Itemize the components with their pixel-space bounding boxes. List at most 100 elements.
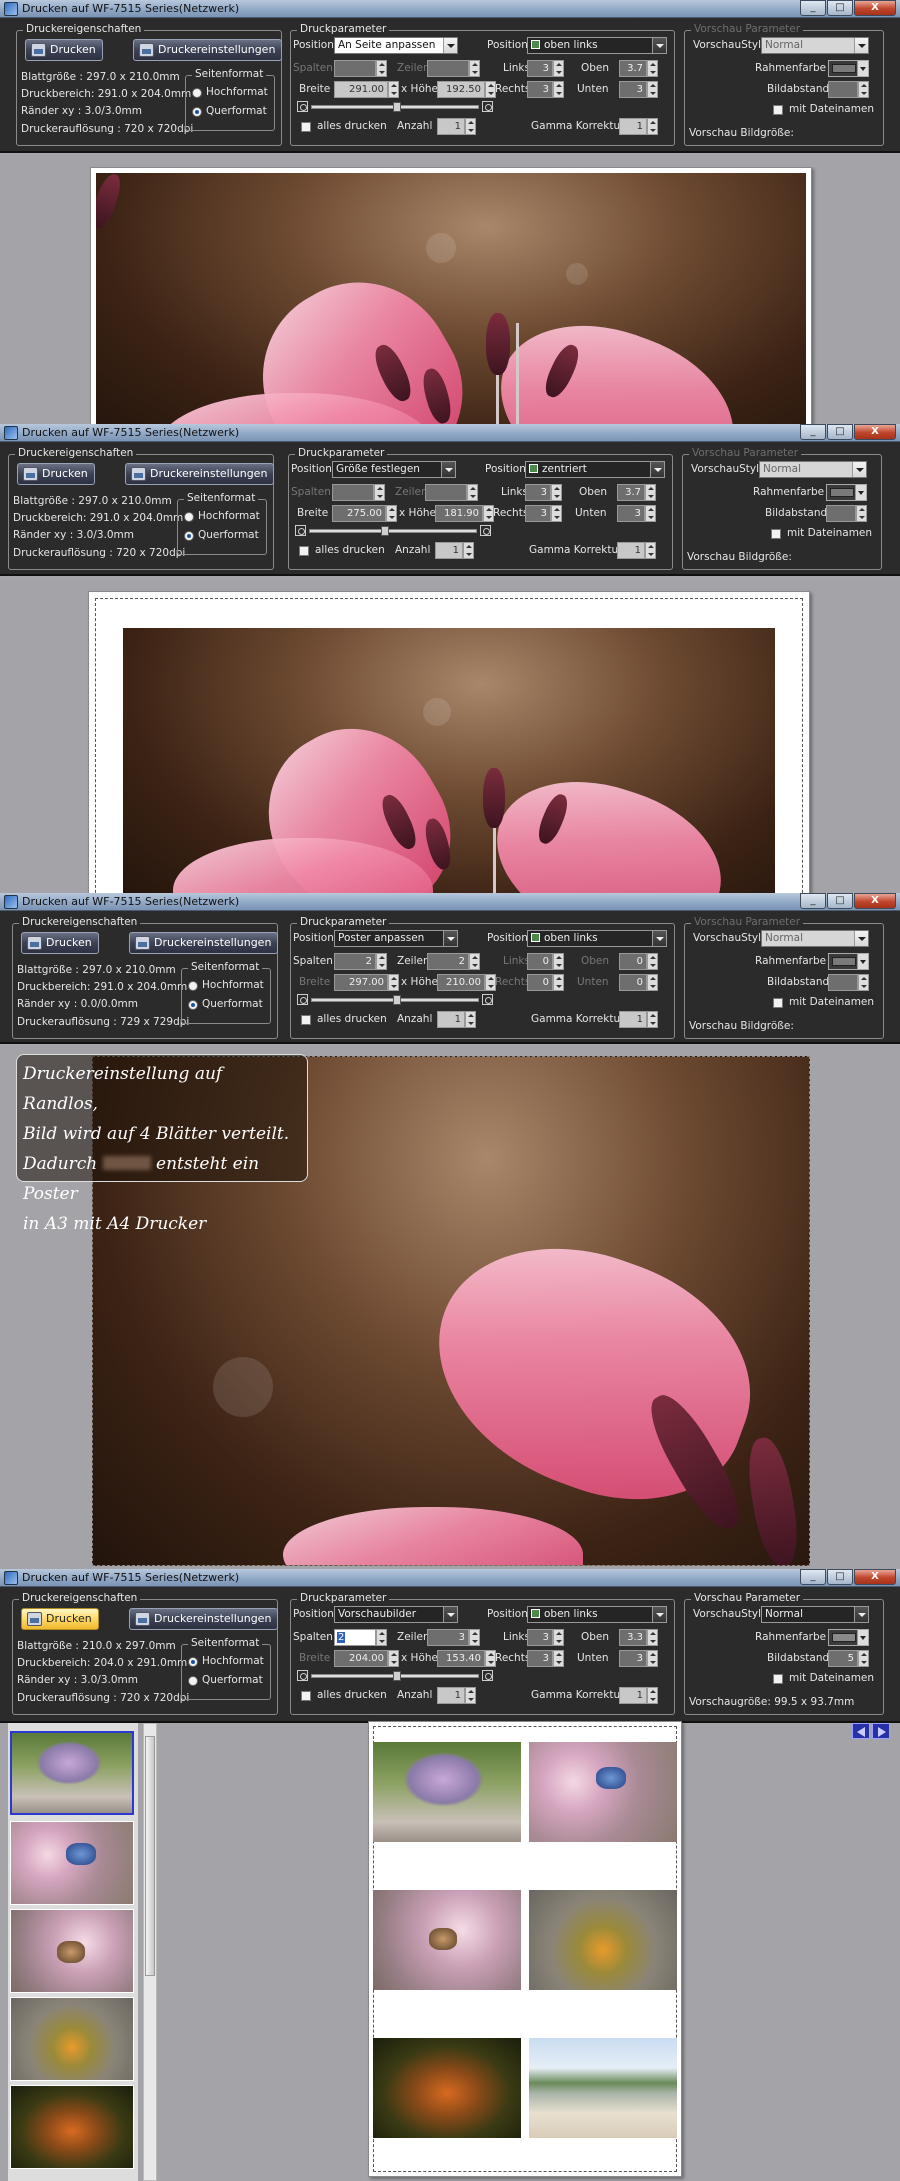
size-slider[interactable]: [297, 1670, 493, 1682]
vorschaustyle-select[interactable]: Normal: [761, 930, 869, 947]
rahmenfarbe-picker[interactable]: [828, 1629, 869, 1646]
gamma-stepper[interactable]: 1: [619, 118, 659, 135]
bildabstand-stepper[interactable]: [826, 505, 867, 522]
hochformat-radio[interactable]: [188, 981, 198, 991]
alles-drucken-checkbox[interactable]: [299, 546, 309, 556]
size-slider[interactable]: [297, 994, 493, 1006]
position-mode-select[interactable]: Vorschaubilder: [334, 1606, 458, 1623]
rahmenfarbe-picker[interactable]: [826, 484, 867, 501]
hoehe-stepper[interactable]: 181.90: [435, 505, 495, 522]
druckereinstellungen-button[interactable]: Druckereinstellungen: [133, 39, 283, 61]
minimize-button[interactable]: _: [800, 0, 826, 16]
gamma-stepper[interactable]: 1: [619, 1011, 659, 1028]
druckereinstellungen-button[interactable]: Druckereinstellungen: [129, 932, 279, 954]
size-slider[interactable]: [297, 101, 493, 113]
mit-dateinamen-checkbox[interactable]: [773, 1674, 783, 1684]
oben-stepper[interactable]: 3.7: [617, 484, 657, 501]
next-page-button[interactable]: [872, 1723, 890, 1739]
vorschaustyle-select[interactable]: Normal: [759, 461, 867, 478]
close-button[interactable]: X: [854, 424, 896, 440]
breite-stepper[interactable]: 204.00: [334, 1650, 400, 1667]
previous-page-button[interactable]: [852, 1723, 870, 1739]
maximize-button[interactable]: □: [827, 0, 853, 16]
gamma-stepper[interactable]: 1: [617, 542, 657, 559]
querformat-radio[interactable]: [184, 531, 194, 541]
position-mode-select[interactable]: An Seite anpassen: [334, 37, 458, 54]
hochformat-radio[interactable]: [188, 1657, 198, 1667]
position-mode-select[interactable]: Größe festlegen: [332, 461, 456, 478]
spalten-stepper[interactable]: [332, 484, 386, 501]
rechts-stepper[interactable]: 3: [527, 1650, 565, 1667]
maximize-button[interactable]: □: [827, 893, 853, 909]
vorschaustyle-select[interactable]: Normal: [761, 1606, 869, 1623]
minimize-button[interactable]: _: [800, 893, 826, 909]
links-stepper[interactable]: 3: [527, 60, 565, 77]
close-button[interactable]: X: [854, 1569, 896, 1585]
unten-stepper[interactable]: 3: [619, 81, 659, 98]
anzahl-stepper[interactable]: 1: [437, 1687, 477, 1704]
drucken-button[interactable]: Drucken: [21, 932, 99, 954]
maximize-button[interactable]: □: [827, 1569, 853, 1585]
hoehe-stepper[interactable]: 210.00: [437, 974, 497, 991]
anzahl-stepper[interactable]: 1: [435, 542, 475, 559]
drucken-button[interactable]: Drucken: [25, 39, 103, 61]
breite-stepper[interactable]: 275.00: [332, 505, 398, 522]
anzahl-stepper[interactable]: 1: [437, 1011, 477, 1028]
size-slider[interactable]: [295, 525, 491, 537]
unten-stepper[interactable]: 3: [619, 1650, 659, 1667]
maximize-button[interactable]: □: [827, 424, 853, 440]
spalten-stepper[interactable]: 2: [334, 1629, 388, 1646]
oben-stepper[interactable]: 0: [619, 953, 659, 970]
mit-dateinamen-checkbox[interactable]: [773, 998, 783, 1008]
hoehe-stepper[interactable]: 153.40: [437, 1650, 497, 1667]
unten-stepper[interactable]: 0: [619, 974, 659, 991]
bildabstand-stepper[interactable]: [828, 974, 869, 991]
position-anchor-select[interactable]: zentriert: [525, 461, 665, 478]
oben-stepper[interactable]: 3.3: [619, 1629, 659, 1646]
close-button[interactable]: X: [854, 0, 896, 16]
bildabstand-stepper[interactable]: 5: [828, 1650, 869, 1667]
breite-stepper[interactable]: 291.00: [334, 81, 400, 98]
thumbnail-scrollbar[interactable]: [143, 1723, 157, 2181]
thumbnail-butterfly-brown[interactable]: [10, 1909, 134, 1993]
querformat-radio[interactable]: [188, 1676, 198, 1686]
drucken-button[interactable]: Drucken: [17, 463, 95, 485]
alles-drucken-checkbox[interactable]: [301, 1015, 311, 1025]
thumbnail-gravel-flowers[interactable]: [10, 1997, 134, 2081]
thumbnail-koi[interactable]: [10, 2085, 134, 2169]
bildabstand-stepper[interactable]: [828, 81, 869, 98]
druckereinstellungen-button[interactable]: Druckereinstellungen: [125, 463, 275, 485]
druckereinstellungen-button[interactable]: Druckereinstellungen: [129, 1608, 279, 1630]
thumbnail-butterfly-blue[interactable]: [10, 1821, 134, 1905]
hochformat-radio[interactable]: [192, 88, 202, 98]
zeilen-stepper[interactable]: [427, 60, 481, 77]
rechts-stepper[interactable]: 3: [527, 81, 565, 98]
vorschaustyle-select[interactable]: Normal: [761, 37, 869, 54]
spalten-stepper[interactable]: [334, 60, 388, 77]
oben-stepper[interactable]: 3.7: [619, 60, 659, 77]
minimize-button[interactable]: _: [800, 424, 826, 440]
zeilen-stepper[interactable]: 3: [427, 1629, 481, 1646]
position-mode-select[interactable]: Poster anpassen: [334, 930, 458, 947]
gamma-stepper[interactable]: 1: [619, 1687, 659, 1704]
rahmenfarbe-picker[interactable]: [828, 953, 869, 970]
rechts-stepper[interactable]: 3: [525, 505, 563, 522]
querformat-radio[interactable]: [188, 1000, 198, 1010]
close-button[interactable]: X: [854, 893, 896, 909]
minimize-button[interactable]: _: [800, 1569, 826, 1585]
links-stepper[interactable]: 3: [525, 484, 563, 501]
anzahl-stepper[interactable]: 1: [437, 118, 477, 135]
hoehe-stepper[interactable]: 192.50: [437, 81, 497, 98]
spalten-stepper[interactable]: 2: [334, 953, 388, 970]
zeilen-stepper[interactable]: 2: [427, 953, 481, 970]
drucken-button[interactable]: Drucken: [21, 1608, 99, 1630]
breite-stepper[interactable]: 297.00: [334, 974, 400, 991]
alles-drucken-checkbox[interactable]: [301, 122, 311, 132]
hochformat-radio[interactable]: [184, 512, 194, 522]
position-anchor-select[interactable]: oben links: [527, 930, 667, 947]
mit-dateinamen-checkbox[interactable]: [773, 105, 783, 115]
rechts-stepper[interactable]: 0: [527, 974, 565, 991]
querformat-radio[interactable]: [192, 107, 202, 117]
rahmenfarbe-picker[interactable]: [828, 60, 869, 77]
mit-dateinamen-checkbox[interactable]: [771, 529, 781, 539]
